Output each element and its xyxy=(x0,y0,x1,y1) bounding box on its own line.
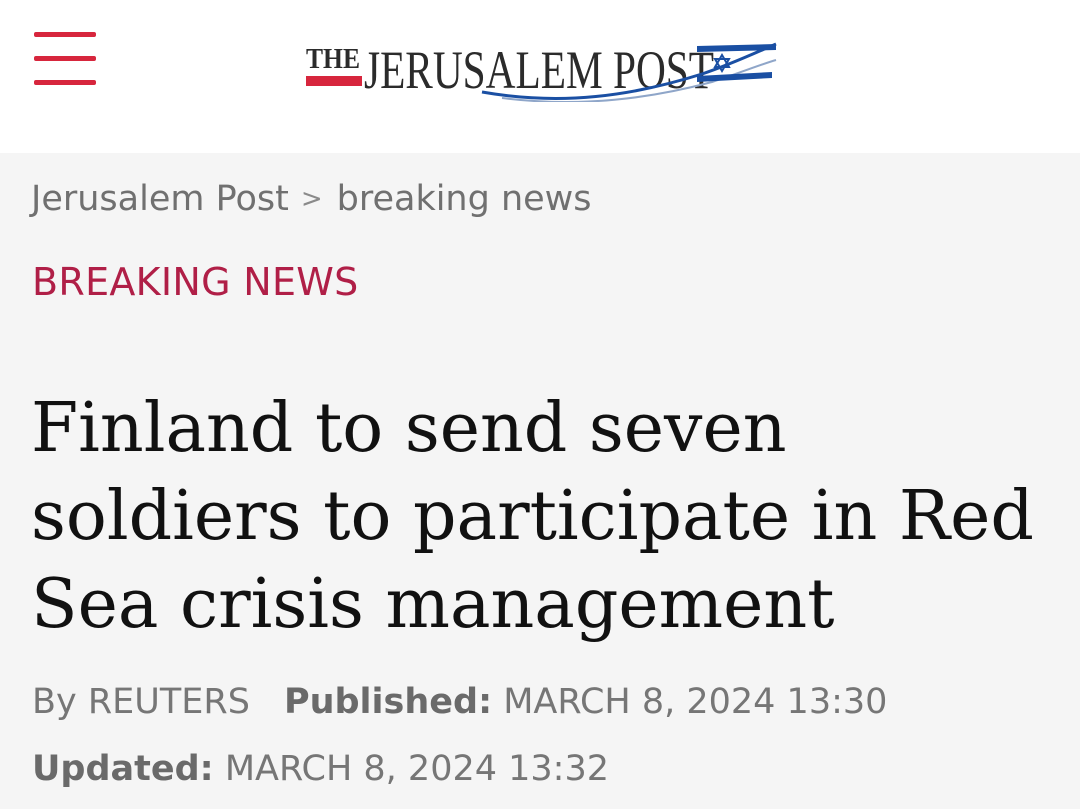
top-bar: THE JERUSALEM POST xyxy=(0,0,1080,153)
byline: By REUTERS xyxy=(32,682,250,722)
article-meta-updated: Updated: MARCH 8, 2024 13:32 xyxy=(32,749,609,789)
menu-line-top xyxy=(34,32,96,37)
hamburger-menu-icon[interactable] xyxy=(34,30,96,88)
article-meta-published: By REUTERS Published: MARCH 8, 2024 13:30 xyxy=(32,682,887,722)
logo-name-text: JERUSALEM POST xyxy=(364,40,714,100)
logo-the-text: THE xyxy=(306,44,360,75)
updated-label: Updated: xyxy=(32,749,214,789)
breadcrumb-current-link[interactable]: breaking news xyxy=(337,179,592,219)
logo-red-bar xyxy=(306,76,362,86)
category-label[interactable]: BREAKING NEWS xyxy=(32,260,359,304)
breadcrumb: Jerusalem Post > breaking news xyxy=(31,174,592,224)
article-headline: Finland to send seven soldiers to partic… xyxy=(31,389,1034,644)
published-label: Published: xyxy=(283,682,493,722)
breadcrumb-home-link[interactable]: Jerusalem Post xyxy=(31,179,289,219)
published-date: MARCH 8, 2024 13:30 xyxy=(503,682,888,722)
menu-line-middle xyxy=(34,56,96,61)
chevron-right-icon: > xyxy=(300,184,323,214)
site-logo[interactable]: THE JERUSALEM POST xyxy=(302,38,778,102)
updated-date: MARCH 8, 2024 13:32 xyxy=(224,749,609,789)
menu-line-bottom xyxy=(34,80,96,85)
